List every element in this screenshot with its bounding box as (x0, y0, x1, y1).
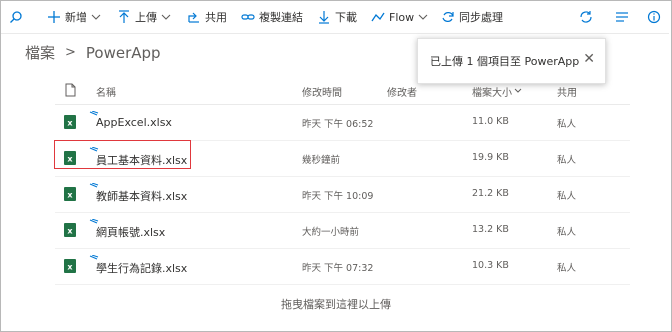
upload-button[interactable]: 上傳 (117, 9, 171, 25)
view-options-button[interactable] (615, 9, 629, 25)
chevron-down-icon (161, 14, 171, 20)
svg-text:x: x (67, 119, 73, 128)
flow-button[interactable]: Flow (371, 9, 428, 25)
file-row[interactable]: x 學生行為記錄.xlsx 昨天 下午 07:32 10.3 KB 私人 (55, 248, 630, 285)
share-label: 共用 (205, 11, 227, 24)
info-button[interactable] (647, 9, 661, 25)
upload-label: 上傳 (135, 11, 157, 24)
svg-text:x: x (67, 263, 73, 272)
upload-icon (119, 10, 129, 23)
command-bar: 新增 上傳 共用 複製連結 下載 Flow 同步處理 (1, 1, 669, 34)
copy-link-label: 複製連結 (259, 11, 303, 24)
search-button[interactable] (9, 9, 23, 25)
file-modified: 幾秒鐘前 (302, 155, 341, 166)
refresh-icon (580, 11, 592, 23)
breadcrumb: 檔案 > PowerApp (25, 42, 161, 63)
svg-text:x: x (67, 227, 73, 236)
chevron-down-icon (91, 14, 101, 20)
download-label: 下載 (335, 11, 357, 24)
file-modified: 昨天 下午 06:52 (302, 119, 374, 130)
file-name[interactable]: 網頁帳號.xlsx (96, 224, 165, 240)
copy-link-button[interactable]: 複製連結 (241, 9, 303, 25)
plus-icon (48, 11, 60, 23)
file-name[interactable]: AppExcel.xlsx (96, 116, 172, 129)
column-modified-by[interactable]: 修改者 (387, 84, 417, 99)
file-name[interactable]: 教師基本資料.xlsx (96, 188, 187, 204)
chevron-down-icon (418, 14, 428, 20)
sync-button[interactable]: 同步處理 (441, 9, 503, 25)
new-label: 新增 (65, 11, 87, 24)
column-modified[interactable]: 修改時間 (302, 84, 342, 99)
breadcrumb-root[interactable]: 檔案 (25, 42, 55, 63)
toast-message: 已上傳 1 個項目至 PowerApp (430, 55, 580, 68)
sync-icon (442, 12, 454, 22)
file-sharing: 私人 (557, 227, 577, 238)
column-sharing[interactable]: 共用 (557, 84, 577, 99)
file-size: 13.2 KB (472, 224, 509, 235)
excel-file-icon: x (64, 115, 76, 129)
flow-icon (371, 12, 385, 22)
file-size: 21.2 KB (472, 188, 509, 199)
file-size: 10.3 KB (472, 260, 509, 271)
file-modified: 昨天 下午 07:32 (302, 263, 374, 274)
file-size: 19.9 KB (472, 152, 509, 163)
file-row[interactable]: x 網頁帳號.xlsx 大約一小時前 13.2 KB 私人 (55, 212, 630, 249)
file-sharing: 私人 (557, 263, 577, 274)
breadcrumb-separator: > (65, 45, 76, 60)
file-type-icon[interactable] (65, 83, 76, 97)
file-sharing: 私人 (557, 155, 577, 166)
sync-label: 同步處理 (459, 11, 503, 24)
flow-label: Flow (389, 10, 415, 24)
svg-text:x: x (67, 191, 73, 200)
file-row[interactable]: x AppExcel.xlsx 昨天 下午 06:52 11.0 KB 私人 (55, 104, 630, 141)
close-icon[interactable]: ✕ (583, 51, 595, 67)
file-name[interactable]: 學生行為記錄.xlsx (96, 260, 187, 276)
excel-file-icon: x (64, 259, 76, 273)
download-icon (319, 11, 329, 24)
file-modified: 昨天 下午 10:09 (302, 191, 374, 202)
file-size: 11.0 KB (472, 116, 509, 127)
excel-file-icon: x (64, 187, 76, 201)
download-button[interactable]: 下載 (317, 9, 357, 25)
sort-chevron-icon (514, 88, 522, 93)
column-name[interactable]: 名稱 (96, 84, 116, 99)
file-modified: 大約一小時前 (302, 227, 360, 238)
upload-toast: 已上傳 1 個項目至 PowerApp ✕ (417, 38, 606, 84)
share-icon (188, 12, 199, 23)
link-icon (241, 14, 255, 20)
column-size[interactable]: 檔案大小 (472, 84, 512, 99)
share-button[interactable]: 共用 (187, 9, 227, 25)
info-icon (647, 10, 661, 24)
new-button[interactable]: 新增 (47, 9, 101, 25)
breadcrumb-current[interactable]: PowerApp (86, 44, 161, 62)
file-row[interactable]: x 教師基本資料.xlsx 昨天 下午 10:09 21.2 KB 私人 (55, 176, 630, 213)
excel-file-icon: x (64, 223, 76, 237)
file-sharing: 私人 (557, 191, 577, 202)
selection-highlight-box (54, 140, 191, 169)
drop-zone-hint[interactable]: 拖曳檔案到這裡以上傳 (0, 296, 672, 312)
refresh-button[interactable] (579, 9, 593, 25)
search-icon (10, 11, 22, 23)
file-sharing: 私人 (557, 119, 577, 130)
list-icon (616, 12, 628, 22)
